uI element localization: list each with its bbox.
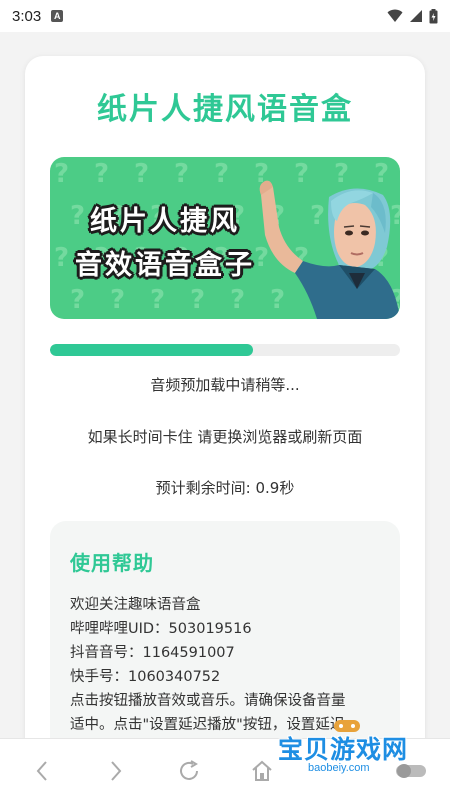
chevron-left-icon (36, 761, 47, 781)
question-mark-glyph: ? (94, 159, 110, 189)
back-button[interactable] (28, 757, 56, 785)
question-mark-glyph: ? (150, 285, 166, 315)
question-mark-glyph: ? (230, 285, 246, 315)
notification-icon: A (51, 10, 64, 22)
help-line: 欢迎关注趣味语音盒 (70, 597, 201, 613)
help-line: 快手号：1060340752 (70, 669, 221, 685)
help-line: 抖音音号：1164591007 (70, 645, 235, 661)
question-mark-glyph: ? (190, 285, 206, 315)
watermark-text: 宝贝游戏网 (278, 735, 409, 764)
loading-status-text: 音频预加载中请稍等... (150, 376, 300, 394)
question-mark-glyph: ? (214, 159, 230, 189)
status-icons (387, 8, 438, 24)
remaining-time-text: 预计剩余时间: 0.9秒 (155, 479, 295, 497)
loading-progress-fill (50, 344, 253, 356)
status-time: 3:03 (12, 7, 42, 25)
wifi-icon (387, 9, 403, 22)
reload-icon (180, 760, 198, 780)
signal-icon (410, 10, 422, 22)
question-mark-glyph: ? (54, 159, 70, 189)
character-illustration (259, 180, 400, 319)
question-mark-glyph: ? (134, 159, 150, 189)
loading-progress-bar (50, 344, 400, 356)
page-title: 纸片人捷风语音盒 (97, 92, 353, 127)
home-icon (252, 760, 272, 781)
gamepad-icon (334, 720, 360, 732)
help-line: 点击按钮播放音效或音乐。请确保设备音量 (70, 693, 346, 709)
chevron-right-icon (111, 761, 122, 781)
battery-icon (429, 8, 438, 23)
loading-hint-text: 如果长时间卡住 请更换浏览器或刷新页面 (87, 428, 363, 446)
watermark-url: baobeiy.com (308, 762, 370, 774)
watermark-logo: 宝贝游戏网 baobeiy.com (272, 720, 422, 780)
banner-image: ???????????????????????????????????? 纸片人… (50, 157, 400, 319)
question-mark-glyph: ? (70, 285, 86, 315)
forward-button[interactable] (102, 757, 130, 785)
question-mark-glyph: ? (110, 285, 126, 315)
reload-button[interactable] (175, 757, 203, 785)
help-line: 哔哩哔哩UID：503019516 (70, 621, 252, 637)
question-mark-glyph: ? (174, 159, 190, 189)
status-bar: 3:03 A (0, 0, 450, 32)
banner-title-line2: 音效语音盒子 (75, 250, 255, 281)
banner-title-line1: 纸片人捷风 (90, 206, 240, 237)
help-title: 使用帮助 (70, 551, 154, 575)
